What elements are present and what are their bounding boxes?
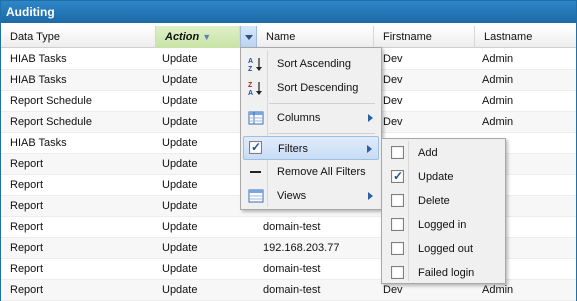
checkbox-icon[interactable]	[391, 218, 404, 231]
cell-action: Update	[162, 242, 198, 254]
cell-action: Update	[162, 116, 198, 128]
cell-action: Update	[162, 53, 198, 65]
column-header-name[interactable]: Name	[257, 26, 374, 48]
column-menu: A Z Sort Ascending Z A Sort Descending C…	[240, 47, 382, 210]
chevron-down-icon	[245, 35, 253, 40]
menu-item-label: Remove All Filters	[277, 166, 366, 178]
cell-data-type: Report Schedule	[10, 116, 92, 128]
cell-action: Update	[162, 179, 198, 191]
sort-ascending-icon: A Z	[248, 58, 262, 72]
filter-option-add[interactable]: Add	[384, 141, 503, 165]
menu-item-remove-all-filters[interactable]: Remove All Filters	[243, 160, 379, 184]
cell-action: Update	[162, 221, 198, 233]
cell-data-type: Report	[10, 200, 44, 212]
column-menu-trigger[interactable]	[240, 26, 257, 48]
cell-data-type: HIAB Tasks	[10, 74, 67, 86]
cell-lastname: Admin	[482, 116, 514, 128]
menu-item-label: Sort Descending	[277, 82, 359, 94]
cell-lastname: Admin	[482, 74, 514, 86]
cell-name: domain-test	[263, 263, 321, 275]
cell-data-type: Report	[10, 158, 44, 170]
cell-action: Update	[162, 95, 198, 107]
cell-data-type: Report	[10, 242, 44, 254]
menu-item-filters[interactable]: ✓ Filters	[243, 136, 379, 160]
filter-option-label: Update	[418, 171, 454, 183]
menu-item-label: Filters	[278, 143, 308, 155]
column-header-label: Lastname	[484, 31, 533, 43]
menu-item-views[interactable]: Views	[243, 184, 379, 208]
cell-data-type: Report	[10, 263, 44, 275]
cell-name: domain-test	[263, 221, 321, 233]
menu-item-label: Columns	[277, 112, 321, 124]
panel-title: Auditing	[1, 1, 576, 23]
columns-icon	[248, 111, 264, 125]
column-header-action[interactable]: Action ▼	[156, 26, 240, 48]
column-header-label: Action	[165, 31, 200, 43]
submenu-arrow-icon	[367, 145, 372, 153]
cell-name: domain-test	[263, 284, 321, 296]
column-header-lastname[interactable]: Lastname	[475, 26, 576, 48]
cell-data-type: HIAB Tasks	[10, 53, 67, 65]
cell-action: Update	[162, 200, 198, 212]
filter-option-delete[interactable]: Delete	[384, 189, 503, 213]
cell-data-type: Report	[10, 284, 44, 296]
filter-option-failed-login[interactable]: Failed login	[384, 261, 503, 285]
filter-option-label: Logged in	[418, 219, 467, 231]
views-icon	[248, 189, 264, 203]
menu-divider	[269, 133, 375, 134]
column-header-firstname[interactable]: Firstname	[374, 26, 475, 48]
cell-firstname: Dev	[383, 116, 403, 128]
submenu-arrow-icon	[368, 114, 373, 122]
svg-text:Z: Z	[248, 66, 253, 72]
checkbox-icon[interactable]	[391, 146, 404, 159]
cell-lastname: Admin	[482, 53, 514, 65]
cell-action: Update	[162, 74, 198, 86]
cell-action: Update	[162, 263, 198, 275]
sort-descending-arrow-icon: ▼	[202, 32, 212, 42]
checkbox-icon[interactable]	[391, 266, 404, 279]
filter-option-label: Delete	[418, 195, 450, 207]
column-header-label: Data Type	[10, 31, 60, 43]
svg-text:A: A	[248, 58, 253, 65]
svg-text:Z: Z	[248, 82, 253, 89]
cell-action: Update	[162, 158, 198, 170]
filter-option-label: Add	[418, 147, 438, 159]
filter-option-label: Failed login	[418, 267, 475, 279]
cell-data-type: Report	[10, 221, 44, 233]
cell-data-type: Report	[10, 179, 44, 191]
cell-action: Update	[162, 284, 198, 296]
menu-divider	[269, 103, 375, 104]
menu-item-label: Sort Ascending	[277, 58, 351, 70]
checkbox-icon[interactable]	[391, 194, 404, 207]
filter-option-update[interactable]: ✓ Update	[384, 165, 503, 189]
dash-icon	[250, 171, 261, 173]
sort-descending-icon: Z A	[248, 82, 262, 96]
filter-option-logged-out[interactable]: Logged out	[384, 237, 503, 261]
column-header-label: Name	[266, 31, 296, 43]
cell-lastname: Admin	[482, 95, 514, 107]
cell-name: 192.168.203.77	[263, 242, 340, 254]
filter-checkbox-icon: ✓	[249, 140, 262, 154]
filter-option-logged-in[interactable]: Logged in	[384, 213, 503, 237]
svg-text:A: A	[248, 90, 253, 96]
checkbox-checked-icon[interactable]: ✓	[391, 169, 404, 183]
submenu-arrow-icon	[368, 192, 373, 200]
cell-firstname: Dev	[383, 95, 403, 107]
cell-data-type: Report Schedule	[10, 95, 92, 107]
cell-data-type: HIAB Tasks	[10, 137, 67, 149]
cell-action: Update	[162, 137, 198, 149]
filter-option-label: Logged out	[418, 243, 474, 255]
menu-item-columns[interactable]: Columns	[243, 106, 379, 130]
menu-item-sort-ascending[interactable]: A Z Sort Ascending	[243, 52, 379, 76]
menu-item-sort-descending[interactable]: Z A Sort Descending	[243, 76, 379, 100]
filters-submenu: Add ✓ Update Delete Logged in Logged out…	[381, 138, 506, 284]
cell-firstname: Dev	[383, 74, 403, 86]
column-header-data-type[interactable]: Data Type	[1, 26, 156, 48]
grid-header: Data Type Action ▼ Name Firstname Lastnam…	[1, 26, 576, 48]
cell-firstname: Dev	[383, 53, 403, 65]
menu-item-label: Views	[277, 190, 307, 202]
checkbox-icon[interactable]	[391, 242, 404, 255]
column-header-label: Firstname	[383, 31, 432, 43]
